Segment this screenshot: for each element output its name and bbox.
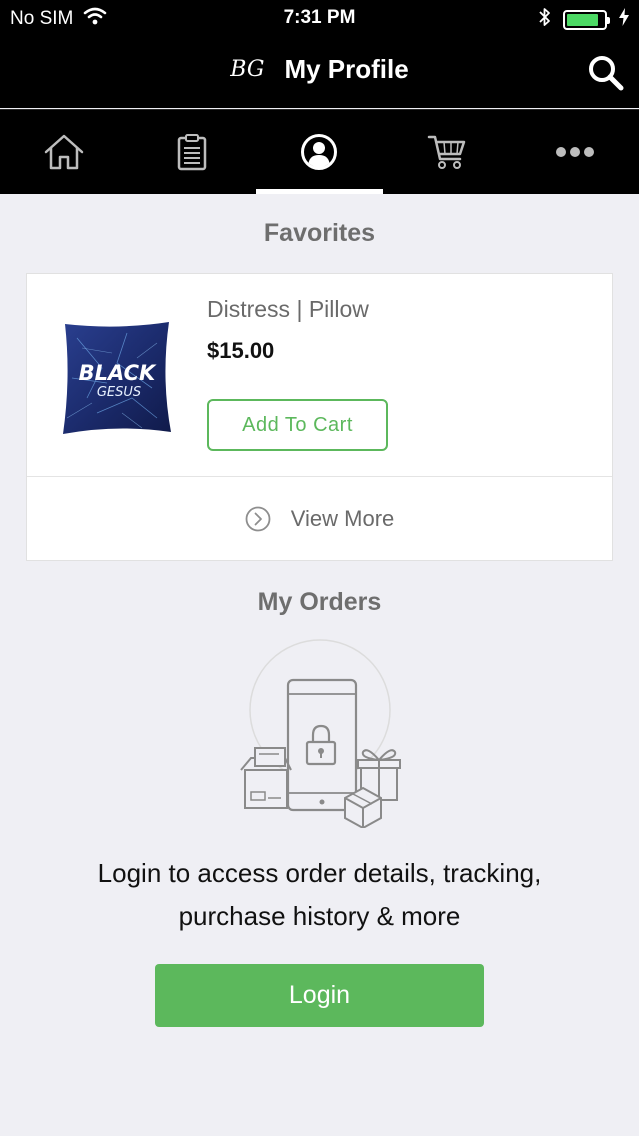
- header-title-wrap: BG My Profile: [0, 54, 639, 85]
- tab-profile[interactable]: [255, 110, 384, 194]
- app-header: BG My Profile: [0, 36, 639, 108]
- orders-title: My Orders: [257, 588, 382, 616]
- product-price: $15.00: [207, 338, 275, 363]
- view-more-label: View More: [290, 506, 395, 531]
- login-button[interactable]: Login: [155, 964, 484, 1027]
- search-icon: [589, 56, 624, 91]
- add-to-cart-button[interactable]: Add To Cart: [207, 399, 388, 451]
- locked-orders-illustration: [239, 638, 401, 830]
- brand-logo: BG: [230, 57, 265, 82]
- product-image-text-2: GESUS: [97, 385, 141, 400]
- profile-icon: [301, 134, 338, 170]
- search-button[interactable]: [587, 54, 625, 92]
- tab-bar: [0, 109, 639, 194]
- tab-home[interactable]: [0, 110, 128, 194]
- login-message-line-1: Login to access order details, tracking,: [97, 858, 542, 888]
- tab-orders[interactable]: [128, 110, 256, 194]
- more-icon: [556, 147, 595, 157]
- status-right: [539, 7, 629, 32]
- cart-icon: [428, 135, 466, 169]
- tab-more[interactable]: [511, 110, 639, 194]
- login-message-line-2: purchase history & more: [178, 901, 461, 931]
- product-image[interactable]: BLACK GESUS: [57, 318, 177, 438]
- favorites-card: BLACK GESUS Distress | Pillow $15.00 Add…: [26, 273, 613, 561]
- bluetooth-icon: [539, 7, 551, 32]
- view-more-button[interactable]: View More: [27, 477, 612, 561]
- page-title: My Profile: [284, 54, 409, 84]
- tab-cart[interactable]: [383, 110, 511, 194]
- charging-icon: [619, 8, 629, 31]
- battery-icon: [563, 9, 610, 30]
- clipboard-icon: [177, 134, 206, 171]
- login-message: Login to access order details, tracking,…: [60, 852, 579, 938]
- home-icon: [44, 134, 84, 170]
- favorites-title: Favorites: [263, 219, 376, 247]
- status-bar: No SIM 7:31 PM: [0, 0, 639, 36]
- product-image-text-1: BLACK: [79, 361, 157, 385]
- product-name[interactable]: Distress | Pillow: [207, 296, 369, 323]
- chevron-right-circle-icon: [245, 506, 271, 532]
- battery-fill: [567, 13, 598, 26]
